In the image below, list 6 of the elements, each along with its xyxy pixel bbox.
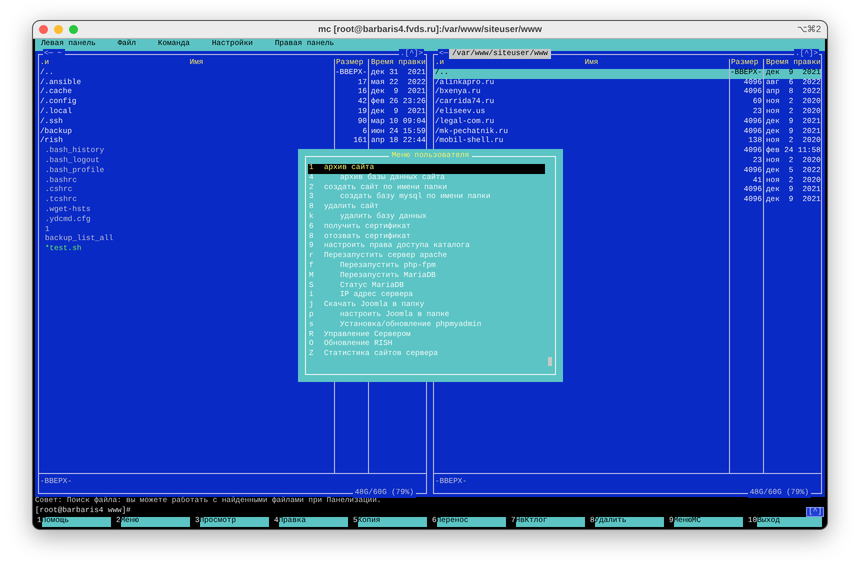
shortcut-label: ⌥⌘2 xyxy=(796,22,821,36)
minimize-button[interactable] xyxy=(54,25,63,34)
scrollbar-thumb[interactable] xyxy=(548,357,552,366)
window-title: mc [root@barbaris4.fvds.ru]:/var/www/siteuser/www xyxy=(318,22,542,36)
close-button[interactable] xyxy=(39,25,48,34)
zoom-button[interactable] xyxy=(69,25,78,34)
